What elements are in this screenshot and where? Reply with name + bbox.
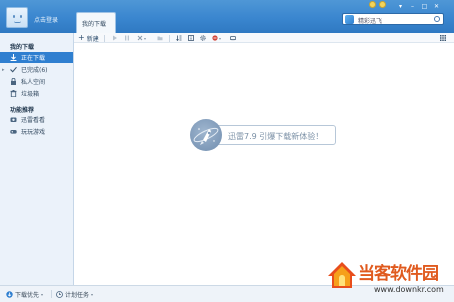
sidebar: 我的下载 正在下载 ▸ 已完成(6) 私人空间 垃圾箱 功能推荐 迅雷看看 玩玩… xyxy=(0,33,74,285)
watermark-url: www.downkr.com xyxy=(374,285,444,294)
sidebar-item-completed[interactable]: 已完成(6) xyxy=(0,64,73,75)
search-box[interactable]: 精彩迅飞 xyxy=(342,13,444,25)
maximize-icon[interactable]: □ xyxy=(420,2,429,10)
emoticon-icon[interactable] xyxy=(369,1,376,8)
speed-limit-button[interactable]: ▾ xyxy=(212,34,221,42)
gamepad-icon xyxy=(230,36,236,41)
rocket-icon xyxy=(190,119,222,151)
avatar-eye xyxy=(20,15,22,18)
sidebar-item-trash[interactable]: 垃圾箱 xyxy=(0,88,73,99)
delete-icon xyxy=(137,35,143,41)
sidebar-item-label: 迅雷看看 xyxy=(21,117,46,124)
toolbar-divider xyxy=(104,35,105,42)
info-icon xyxy=(188,35,194,41)
start-button[interactable] xyxy=(112,34,118,42)
status-divider xyxy=(51,290,52,298)
folder-icon xyxy=(157,36,163,41)
search-icon[interactable] xyxy=(434,16,440,22)
window-controls: ▾ – □ ✕ xyxy=(396,2,441,10)
tab-my-downloads[interactable]: 我的下载 xyxy=(76,12,116,33)
skin-icon[interactable]: ▾ xyxy=(396,2,405,10)
promo-text: 迅雷7.9 引爆下载新体验！ xyxy=(228,132,324,141)
house-logo-icon xyxy=(328,262,356,288)
pause-button[interactable] xyxy=(124,34,130,42)
open-folder-button[interactable] xyxy=(157,34,163,42)
sidebar-item-downloading[interactable]: 正在下载 xyxy=(0,52,73,63)
gamepad-icon xyxy=(10,130,17,134)
gear-icon xyxy=(200,35,206,41)
search-source-icon[interactable] xyxy=(345,15,354,24)
trash-icon xyxy=(10,90,17,97)
new-task-label: 新建 xyxy=(86,35,99,43)
section-title-recommended: 功能推荐 xyxy=(10,107,35,114)
scheduled-tasks-button[interactable]: 计划任务 ▾ xyxy=(56,290,93,299)
delete-button[interactable]: ▾ xyxy=(137,34,146,42)
promo-box: 迅雷7.9 引爆下载新体验！ xyxy=(212,125,336,145)
speed-icon xyxy=(212,35,218,41)
emoticon-icon[interactable] xyxy=(379,1,386,8)
sidebar-item-label: 正在下载 xyxy=(21,55,46,62)
sidebar-item-xunlei-kankan[interactable]: 迅雷看看 xyxy=(0,114,73,125)
chevron-down-icon: ▾ xyxy=(144,35,147,41)
minimize-icon[interactable]: – xyxy=(408,2,417,10)
search-placeholder: 精彩迅飞 xyxy=(358,18,383,25)
game-mode-button[interactable] xyxy=(230,34,236,42)
section-title-my-downloads: 我的下载 xyxy=(10,44,35,51)
grid-icon xyxy=(440,35,446,41)
site-watermark: 当客软件园 www.downkr.com xyxy=(326,256,454,302)
avatar-eye xyxy=(13,15,15,18)
status-icons xyxy=(369,1,386,8)
avatar[interactable] xyxy=(6,7,28,28)
download-priority-icon xyxy=(6,291,13,298)
sidebar-item-games[interactable]: 玩玩游戏 xyxy=(0,126,73,137)
clock-icon xyxy=(56,291,63,298)
close-icon[interactable]: ✕ xyxy=(432,2,441,10)
download-icon xyxy=(10,54,17,61)
sidebar-item-label: 私人空间 xyxy=(21,79,46,86)
download-list-area[interactable] xyxy=(74,44,454,285)
sidebar-item-label: 玩玩游戏 xyxy=(21,129,46,136)
chevron-down-icon: ▾ xyxy=(91,292,94,297)
grid-view-button[interactable] xyxy=(440,34,446,42)
sidebar-item-label: 已完成(6) xyxy=(21,67,48,74)
settings-button[interactable] xyxy=(200,34,206,42)
avatar-mouth xyxy=(14,21,21,23)
check-icon xyxy=(10,66,17,73)
scheduled-tasks-label: 计划任务 xyxy=(65,292,90,299)
plus-icon: + xyxy=(78,33,85,42)
sort-button[interactable] xyxy=(176,34,182,42)
chevron-down-icon: ▾ xyxy=(41,292,44,297)
login-link[interactable]: 点击登录 xyxy=(34,15,58,24)
sidebar-item-private-space[interactable]: 私人空间 xyxy=(0,76,73,87)
chevron-down-icon: ▾ xyxy=(219,35,222,41)
download-priority-label: 下载优先 xyxy=(15,292,40,299)
promo-banner[interactable]: 迅雷7.9 引爆下载新体验！ xyxy=(190,119,336,151)
pause-icon xyxy=(125,35,129,41)
tab-label: 我的下载 xyxy=(82,21,107,28)
play-icon xyxy=(113,35,117,41)
toolbar: + 新建 ▾ ▾ xyxy=(74,33,454,43)
lock-icon xyxy=(11,78,16,85)
download-priority-button[interactable]: 下载优先 ▾ xyxy=(6,290,43,299)
film-icon xyxy=(10,117,17,122)
sidebar-item-label: 垃圾箱 xyxy=(21,91,40,98)
new-task-button[interactable]: + 新建 xyxy=(78,33,99,43)
sort-icon xyxy=(176,35,182,41)
watermark-brand: 当客软件园 xyxy=(358,264,439,284)
title-bar: 点击登录 我的下载 ▾ – □ ✕ 精彩迅飞 xyxy=(0,0,454,33)
info-button[interactable] xyxy=(188,34,194,42)
toolbar-divider xyxy=(169,35,170,42)
